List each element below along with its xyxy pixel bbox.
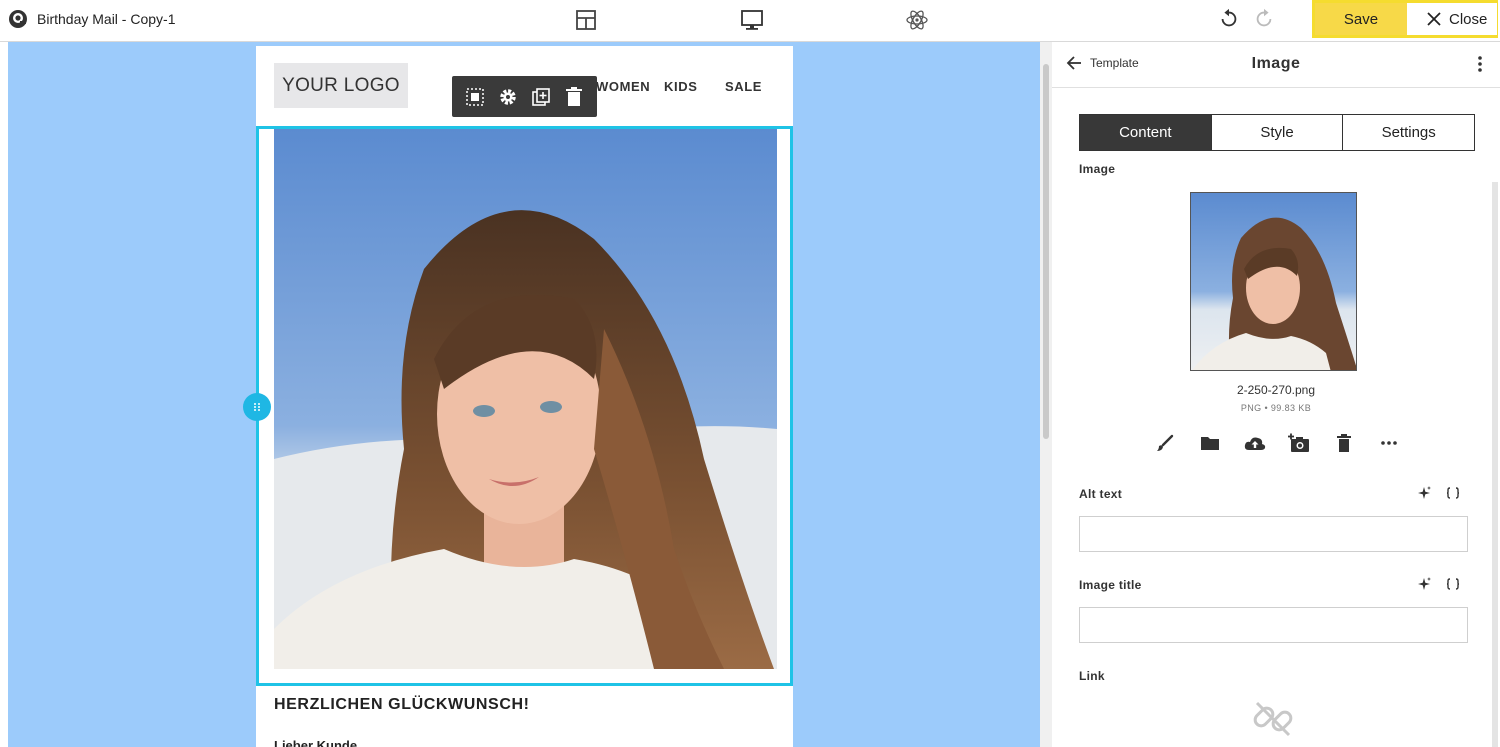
ai-sparkle-icon[interactable]	[1416, 485, 1432, 501]
link-label: Link	[1079, 669, 1105, 683]
image-tools	[1152, 430, 1402, 456]
tab-style[interactable]: Style	[1210, 115, 1343, 150]
merge-tag-icon[interactable]	[1445, 485, 1461, 501]
canvas-scrollbar-thumb[interactable]	[1043, 64, 1049, 439]
upload-cloud-icon[interactable]	[1242, 430, 1268, 456]
save-close-group: Save Close	[1312, 0, 1498, 38]
more-horizontal-icon[interactable]	[1376, 430, 1402, 456]
tab-settings[interactable]: Settings	[1342, 115, 1475, 150]
close-label: Close	[1449, 10, 1488, 28]
image-title-input[interactable]	[1079, 607, 1468, 643]
layout-icon[interactable]	[574, 8, 598, 32]
add-camera-icon[interactable]	[1286, 430, 1312, 456]
image-title-label: Image title	[1079, 578, 1142, 592]
document-title: Birthday Mail - Copy-1	[37, 11, 176, 27]
tab-content[interactable]: Content	[1080, 115, 1211, 150]
panel-scrollbar[interactable]	[1492, 182, 1498, 747]
close-icon	[1427, 12, 1441, 26]
nav-kids[interactable]: KIDS	[664, 79, 697, 94]
panel-tabs: Content Style Settings	[1079, 114, 1475, 151]
hero-image[interactable]	[274, 129, 777, 669]
panel-header: Template Image	[1052, 42, 1500, 88]
merge-tag-icon[interactable]	[1445, 576, 1461, 592]
logo-placeholder[interactable]: YOUR LOGO	[274, 63, 408, 108]
nav-sale[interactable]: SALE	[725, 79, 762, 94]
delete-icon[interactable]	[1331, 430, 1357, 456]
image-thumbnail[interactable]	[1190, 192, 1357, 371]
image-section-label: Image	[1079, 162, 1116, 176]
selected-image-block[interactable]	[243, 126, 793, 686]
ai-sparkle-icon[interactable]	[1416, 576, 1432, 592]
more-vertical-icon[interactable]	[1470, 54, 1490, 74]
canvas-scrollbar[interactable]	[1040, 42, 1052, 747]
email-heading[interactable]: HERZLICHEN GLÜCKWUNSCH!	[274, 696, 530, 714]
alt-text-label: Alt text	[1079, 487, 1123, 501]
drag-handle[interactable]	[243, 393, 271, 421]
app-logo-icon	[9, 10, 27, 28]
top-bar: Birthday Mail - Copy-1 Save Close	[0, 0, 1500, 42]
email-preview: YOUR LOGO WOMEN KIDS SALE HERZLICHEN GLÜ…	[243, 46, 793, 747]
atom-icon[interactable]	[905, 8, 929, 32]
delete-icon[interactable]	[562, 85, 586, 109]
email-greeting[interactable]: Lieber Kunde,	[274, 738, 361, 747]
alt-text-input[interactable]	[1079, 516, 1468, 552]
select-block-icon[interactable]	[463, 85, 487, 109]
settings-gear-icon[interactable]	[496, 85, 520, 109]
block-toolbar	[452, 76, 597, 117]
editor-canvas: YOUR LOGO WOMEN KIDS SALE HERZLICHEN GLÜ…	[0, 42, 1040, 747]
close-button[interactable]: Close	[1409, 3, 1497, 35]
desktop-preview-icon[interactable]	[740, 8, 764, 32]
panel-title: Image	[1251, 55, 1301, 72]
link-off-icon[interactable]	[1251, 697, 1295, 741]
duplicate-icon[interactable]	[529, 85, 553, 109]
folder-icon[interactable]	[1197, 430, 1223, 456]
image-file-name: 2-250-270.png	[1236, 383, 1316, 397]
save-button[interactable]: Save	[1315, 3, 1407, 35]
image-file-meta: PNG • 99.83 KB	[1240, 403, 1312, 413]
nav-women[interactable]: WOMEN	[596, 79, 650, 94]
properties-panel: Template Image Content Style Settings Im…	[1052, 42, 1500, 747]
brush-icon[interactable]	[1152, 430, 1178, 456]
undo-icon[interactable]	[1218, 8, 1240, 30]
redo-icon[interactable]	[1253, 8, 1275, 30]
